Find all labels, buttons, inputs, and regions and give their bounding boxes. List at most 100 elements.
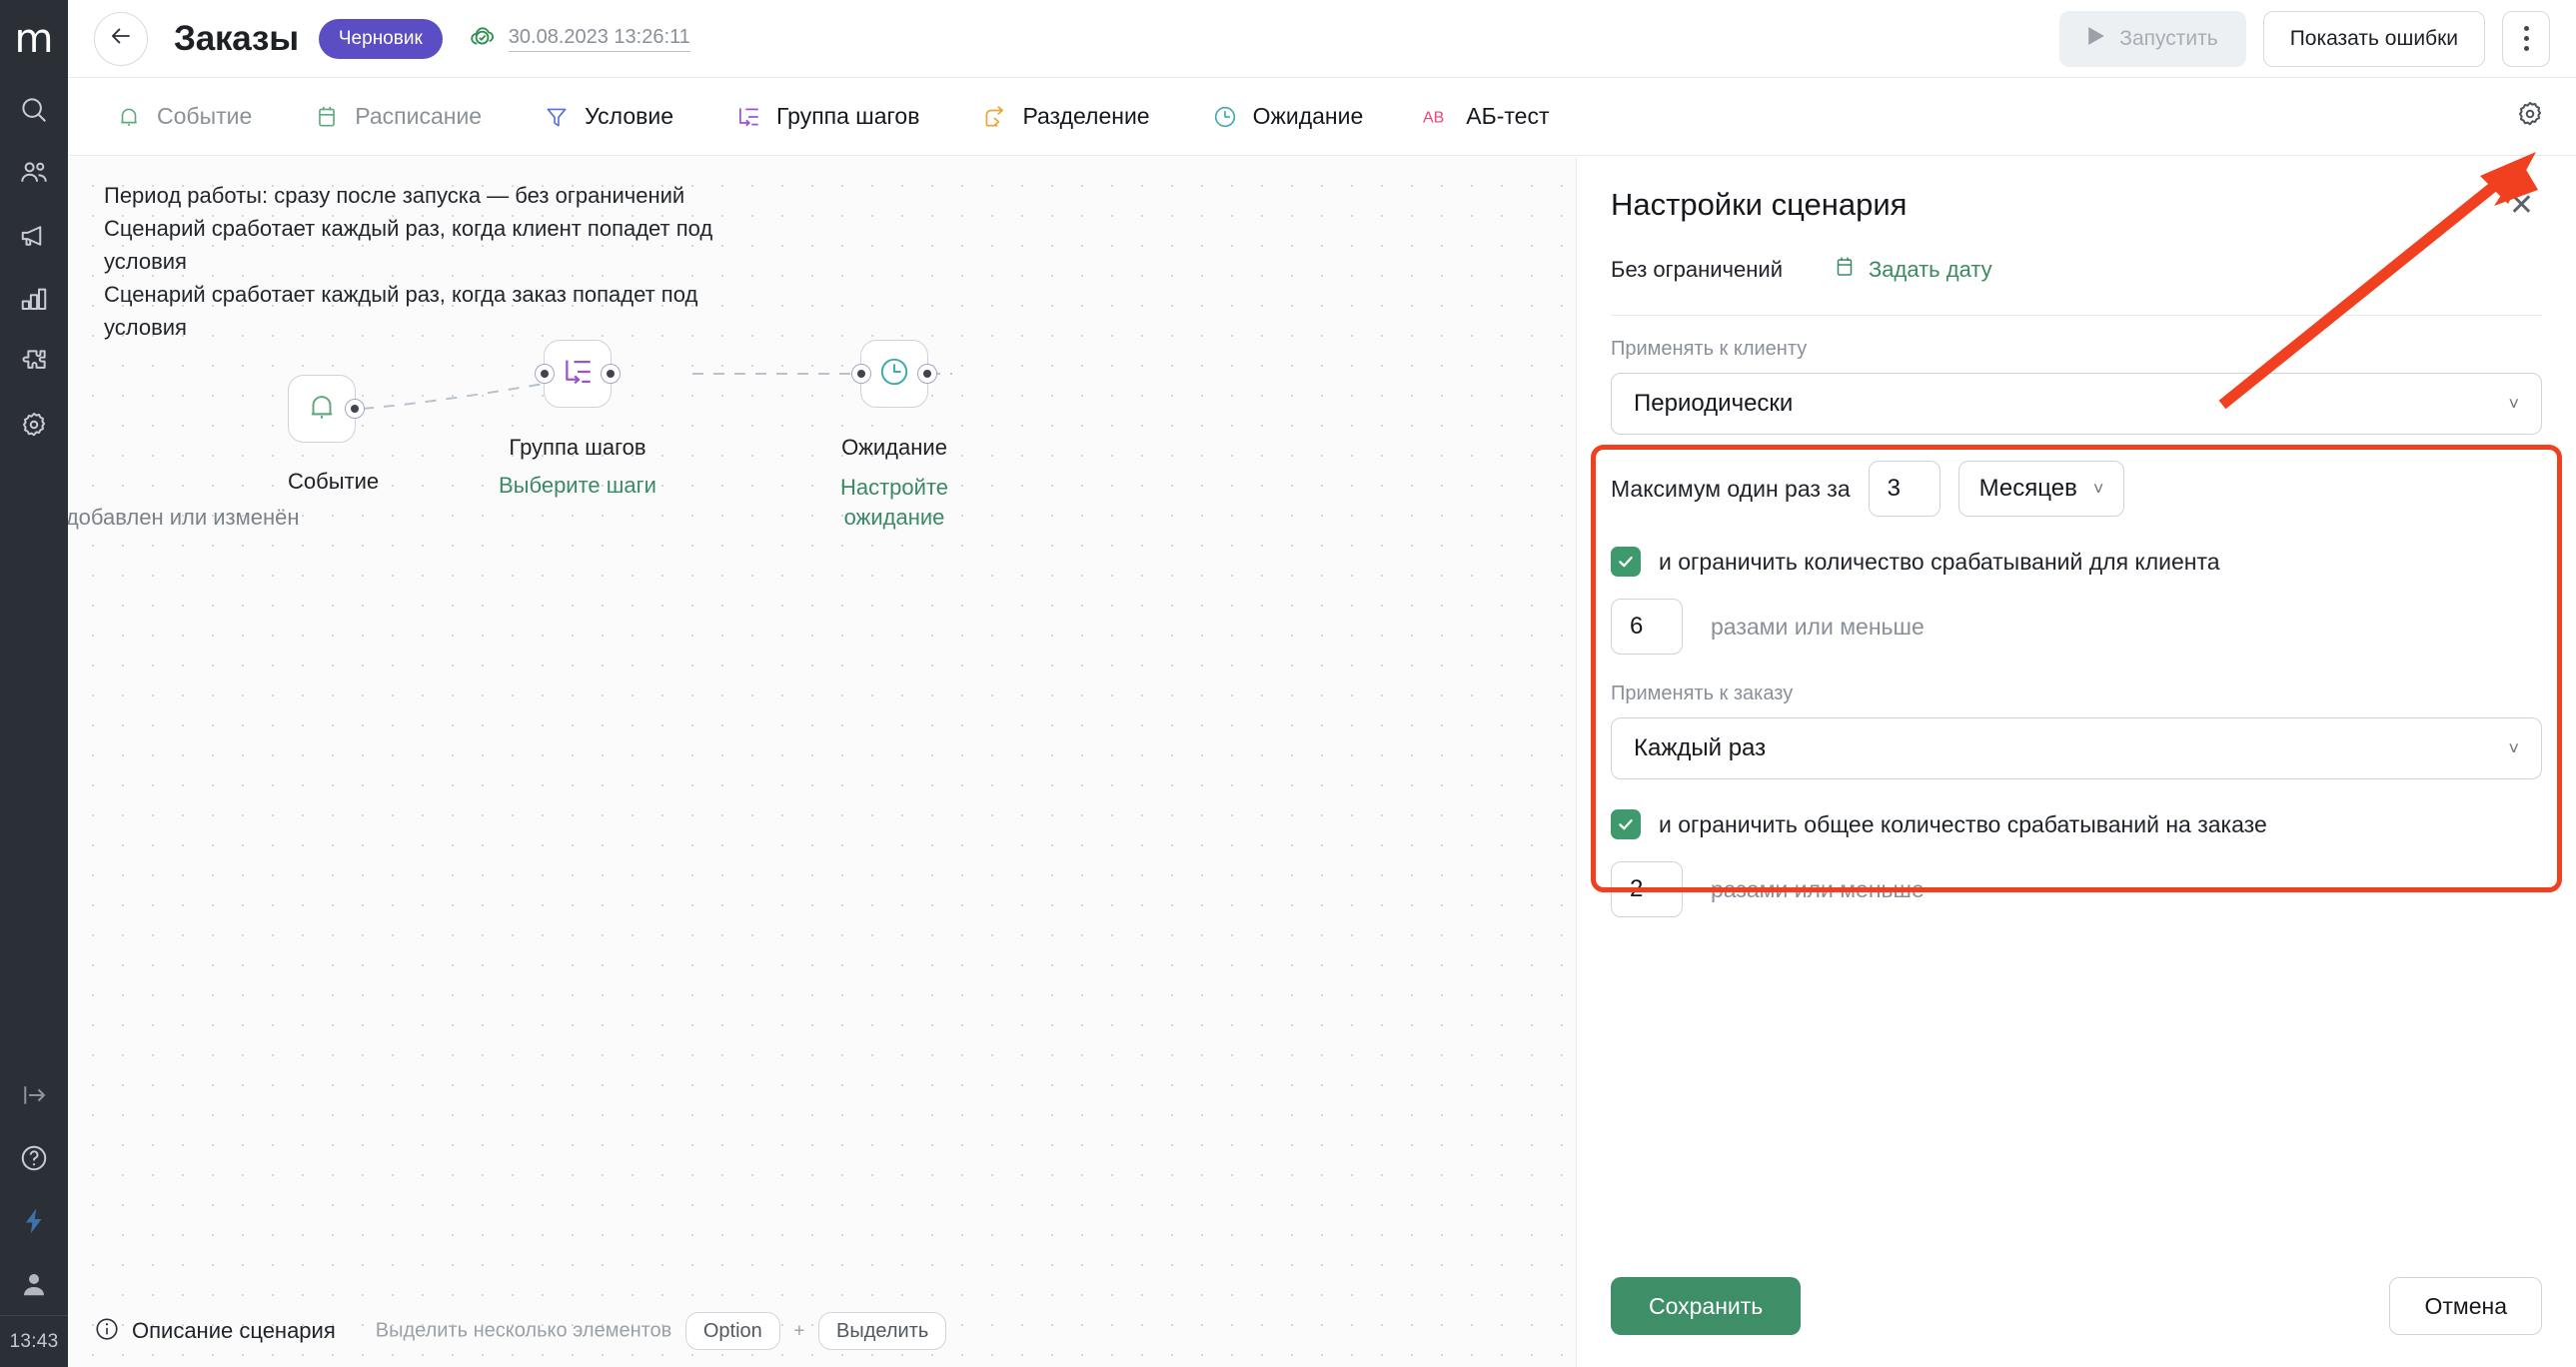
order-limit-checkbox-row[interactable]: и ограничить общее количество срабатыван… [1611, 809, 2542, 839]
node-step-group-subtitle-link[interactable]: Выберите шаги [464, 473, 691, 499]
order-limit-label: и ограничить общее количество срабатыван… [1659, 810, 2267, 837]
saved-timestamp[interactable]: 30.08.2023 13:26:11 [508, 26, 690, 52]
set-date-label: Задать дату [1868, 257, 1992, 282]
tool-split-label: Разделение [1022, 103, 1150, 129]
sidebar-item-clients[interactable] [0, 141, 68, 204]
body-split: Период работы: сразу после запуска — без… [68, 157, 2576, 1367]
frequency-unit-select[interactable]: Месяцев ˅ [1957, 461, 2125, 517]
client-limit-checkbox[interactable] [1611, 547, 1641, 577]
sidebar-item-search[interactable] [0, 78, 68, 141]
frequency-amount-input[interactable]: 3 [1868, 461, 1940, 517]
close-icon[interactable]: ✕ [2501, 187, 2542, 225]
frequency-row: Максимум один раз за 3 Месяцев ˅ [1611, 461, 2542, 517]
show-errors-button[interactable]: Показать ошибки [2262, 10, 2485, 67]
status-badge[interactable]: Черновик [318, 18, 443, 59]
client-limit-label: и ограничить количество срабатываний для… [1659, 548, 2220, 575]
split-icon [979, 102, 1009, 132]
topbar-actions: Запустить Показать ошибки [2059, 10, 2550, 67]
scenario-description-label: Описание сценария [132, 1318, 336, 1343]
order-limit-input[interactable]: 2 [1611, 861, 1683, 917]
node-step-group-input-port[interactable] [535, 364, 555, 384]
node-step-group-output-port[interactable] [601, 364, 621, 384]
client-rule-value: Периодически [1634, 390, 1794, 417]
kebab-icon [2523, 26, 2529, 51]
info-icon [94, 1316, 120, 1347]
sidebar-item-analytics[interactable] [0, 267, 68, 330]
tool-step-group[interactable]: Группа шагов [733, 102, 919, 132]
kbd-select: Выделить [818, 1312, 947, 1350]
panel-form: Применять к клиенту Периодически ˅ Макси… [1611, 316, 2542, 917]
sidebar-item-integrations[interactable] [0, 330, 68, 393]
order-limit-value-row: 2 разами или меньше [1611, 861, 2542, 917]
show-errors-label: Показать ошибки [2289, 26, 2458, 50]
sidebar-item-automation[interactable] [0, 1189, 68, 1252]
node-wait-input-port[interactable] [851, 364, 871, 384]
client-rule-select[interactable]: Периодически ˅ [1611, 373, 2542, 435]
tool-schedule[interactable]: Расписание [312, 102, 482, 132]
cancel-button[interactable]: Отмена [2389, 1277, 2542, 1335]
rail-bottom-icons: 13:43 [0, 1063, 68, 1367]
user-icon [19, 1269, 49, 1299]
node-wait-title: Ожидание [841, 435, 947, 460]
order-limit-checkbox[interactable] [1611, 809, 1641, 839]
megaphone-icon [19, 221, 49, 251]
tool-wait[interactable]: Ожидание [1210, 102, 1363, 132]
canvas-footer: Описание сценария Выделить несколько эле… [68, 1295, 1576, 1367]
scenario-canvas[interactable]: Период работы: сразу после запуска — без… [68, 157, 1576, 1367]
back-button[interactable] [94, 11, 148, 66]
sidebar-item-account[interactable] [0, 1252, 68, 1315]
rail-primary-icons [0, 78, 68, 456]
sidebar-item-help[interactable] [0, 1126, 68, 1189]
node-toolbar: Событие Расписание Условие Группа шагов … [68, 78, 2576, 156]
panel-period-label: Без ограничений [1611, 257, 1783, 282]
node-step-group[interactable] [535, 340, 621, 408]
node-wait-subtitle-link[interactable]: Настройте ожидание [819, 473, 969, 533]
node-wait-output-port[interactable] [917, 364, 937, 384]
main-column: Заказы Черновик 30.08.2023 13:26:11 Запу… [68, 0, 2576, 1367]
node-event-output-port[interactable] [345, 399, 365, 419]
kbd-plus: + [793, 1320, 805, 1342]
set-date-button[interactable]: Задать дату [1833, 255, 1992, 285]
sidebar-item-logout[interactable] [0, 1063, 68, 1126]
tool-event[interactable]: Событие [114, 102, 252, 132]
lightning-icon [19, 1206, 49, 1236]
panel-period-row: Без ограничений Задать дату [1611, 255, 2542, 285]
chevron-down-icon: ˅ [2508, 737, 2519, 758]
client-limit-input[interactable]: 6 [1611, 599, 1683, 655]
panel-actions: Сохранить Отмена [1611, 1277, 2542, 1335]
node-event-title: Событие [288, 469, 380, 494]
panel-title: Настройки сценария [1611, 187, 1908, 222]
sidebar-item-campaigns[interactable] [0, 204, 68, 267]
more-menu-button[interactable] [2502, 10, 2550, 67]
order-limit-suffix: разами или меньше [1711, 875, 1925, 902]
tool-condition[interactable]: Условие [542, 102, 673, 132]
chevron-down-icon: ˅ [2508, 393, 2519, 414]
node-wait[interactable] [851, 340, 937, 408]
scenario-settings-gear-button[interactable] [2510, 97, 2550, 137]
tool-split[interactable]: Разделение [979, 102, 1150, 132]
app-logo[interactable]: m [0, 0, 68, 78]
run-button[interactable]: Запустить [2059, 10, 2246, 67]
save-button[interactable]: Сохранить [1611, 1277, 1802, 1335]
chevron-down-icon: ˅ [2092, 478, 2104, 499]
order-rule-select[interactable]: Каждый раз ˅ [1611, 717, 2542, 779]
node-step-group-title: Группа шагов [509, 435, 646, 460]
bar-chart-icon [19, 284, 49, 314]
steps-icon [733, 102, 763, 132]
scenario-description-button[interactable]: Описание сценария [94, 1316, 336, 1347]
run-button-label: Запустить [2119, 26, 2218, 50]
node-event[interactable] [288, 375, 365, 443]
clock-time: 13:43 [9, 1330, 59, 1352]
gear-icon [2515, 99, 2545, 134]
sidebar-item-settings[interactable] [0, 393, 68, 456]
calendar-icon [1833, 255, 1857, 285]
tool-ab-test[interactable]: AB АБ-тест [1423, 102, 1549, 132]
rail-clock: 13:43 [0, 1315, 68, 1367]
frequency-unit-value: Месяцев [1978, 475, 2077, 502]
calendar-icon [312, 102, 342, 132]
top-bar: Заказы Черновик 30.08.2023 13:26:11 Запу… [68, 0, 2576, 78]
gear-icon [19, 410, 49, 440]
client-limit-checkbox-row[interactable]: и ограничить количество срабатываний для… [1611, 547, 2542, 577]
users-icon [19, 158, 49, 188]
bell-icon [305, 390, 339, 429]
